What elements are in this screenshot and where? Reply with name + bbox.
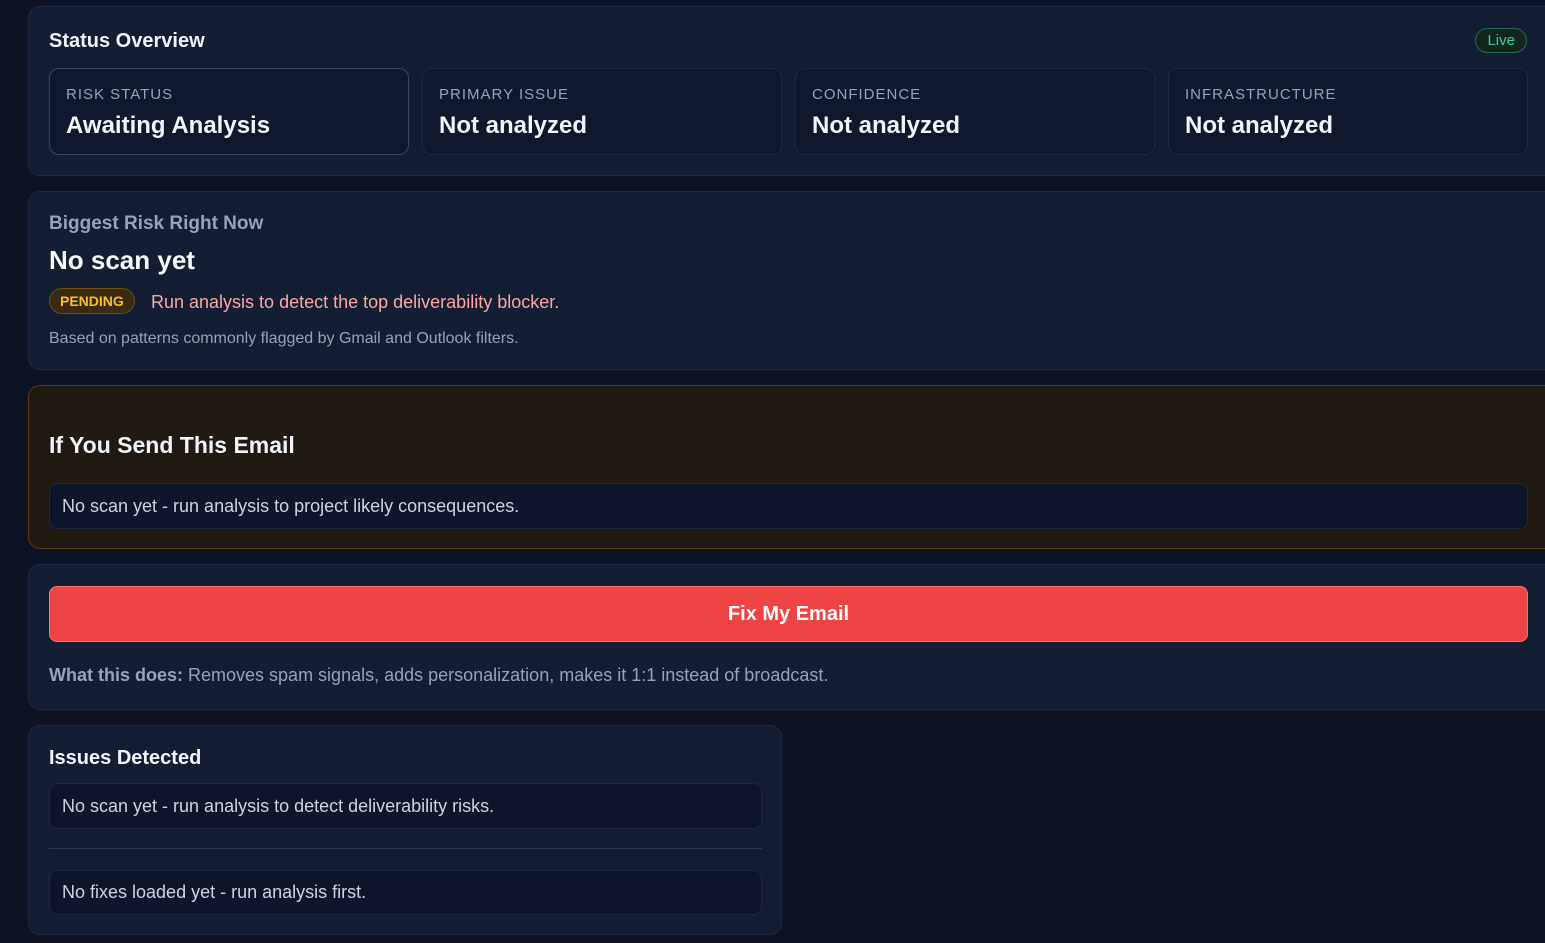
issues-title: Issues Detected (49, 747, 202, 769)
status-overview-title: Status Overview (49, 30, 205, 52)
pending-badge: PENDING (49, 288, 135, 314)
stat-label: CONFIDENCE (812, 86, 922, 103)
fix-panel: Fix My Email What this does: Removes spa… (28, 564, 1545, 710)
stat-label: RISK STATUS (66, 86, 174, 103)
biggest-risk-kicker: Biggest Risk Right Now (49, 213, 264, 234)
stat-value: Awaiting Analysis (66, 112, 271, 139)
fixes-message: No fixes loaded yet - run analysis first… (49, 870, 762, 915)
live-badge: Live (1475, 28, 1527, 53)
stat-card-confidence[interactable]: CONFIDENCE Not analyzed (795, 68, 1155, 155)
issues-panel: Issues Detected No scan yet - run analys… (28, 725, 782, 935)
stat-value: Not analyzed (439, 112, 588, 139)
fix-my-email-button[interactable]: Fix My Email (49, 586, 1528, 642)
consequences-title: If You Send This Email (49, 432, 295, 458)
fix-description: What this does: Removes spam signals, ad… (49, 665, 828, 686)
fix-description-text: Removes spam signals, adds personalizati… (188, 665, 829, 685)
consequences-panel: If You Send This Email No scan yet - run… (28, 385, 1545, 549)
biggest-risk-headline: No scan yet (49, 245, 195, 275)
consequences-message: No scan yet - run analysis to project li… (49, 483, 1528, 529)
biggest-risk-note: Based on patterns commonly flagged by Gm… (49, 330, 519, 347)
stat-label: INFRASTRUCTURE (1185, 86, 1337, 103)
stat-value: Not analyzed (1185, 112, 1334, 139)
stat-value: Not analyzed (812, 112, 961, 139)
biggest-risk-message: Run analysis to detect the top deliverab… (151, 292, 560, 312)
stat-card-infrastructure[interactable]: INFRASTRUCTURE Not analyzed (1168, 68, 1528, 155)
stat-card-primary-issue[interactable]: PRIMARY ISSUE Not analyzed (422, 68, 782, 155)
status-overview-panel: Status Overview Live RISK STATUS Awaitin… (28, 6, 1545, 176)
stat-card-risk-status[interactable]: RISK STATUS Awaiting Analysis (49, 68, 409, 155)
fix-description-label: What this does: (49, 665, 183, 685)
biggest-risk-panel: Biggest Risk Right Now No scan yet PENDI… (28, 191, 1545, 370)
issues-message: No scan yet - run analysis to detect del… (49, 783, 762, 829)
stat-label: PRIMARY ISSUE (439, 86, 569, 103)
issues-divider (49, 848, 762, 849)
